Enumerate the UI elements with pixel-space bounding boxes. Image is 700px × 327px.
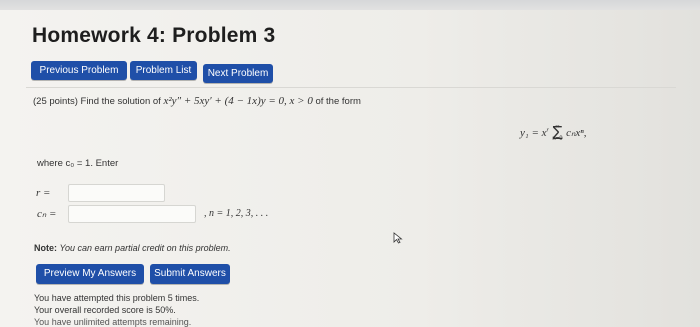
attempts-text: You have attempted this problem 5 times. <box>34 293 200 303</box>
n-range-text: , n = 1, 2, 3, . . . <box>204 208 269 219</box>
series-formula: y₁ = xr ∞ Σ n=0 cₙxⁿ, <box>520 124 587 142</box>
formula-term: cₙxⁿ, <box>566 126 587 139</box>
remaining-attempts-text: You have unlimited attempts remaining. <box>34 317 192 327</box>
next-problem-button[interactable]: Next Problem <box>203 64 273 83</box>
formula-exponent: r <box>546 127 549 134</box>
problem-list-button[interactable]: Problem List <box>130 61 197 80</box>
problem-statement: (25 points) Find the solution of x²y″ + … <box>33 95 361 107</box>
r-answer-input[interactable] <box>68 184 165 202</box>
score-text: Your overall recorded score is 50%. <box>34 305 176 315</box>
formula-lhs: y₁ = x <box>520 126 547 139</box>
problem-equation: x²y″ + 5xy′ + (4 − 1x)y = 0, x > 0 <box>163 95 313 107</box>
formula-sum-bottom: n=0 <box>552 136 563 142</box>
r-label: r = <box>36 187 51 199</box>
note-text: You can earn partial credit on this prob… <box>59 243 231 253</box>
cn-answer-input[interactable] <box>68 205 196 223</box>
partial-credit-note: Note: You can earn partial credit on thi… <box>34 243 231 253</box>
note-label: Note: <box>34 243 57 253</box>
divider <box>26 87 676 88</box>
problem-intro: (25 points) Find the solution of <box>33 96 161 107</box>
page-title: Homework 4: Problem 3 <box>32 24 276 47</box>
submit-answers-button[interactable]: Submit Answers <box>150 264 230 284</box>
instruction-text: where c₀ = 1. Enter <box>37 158 119 169</box>
problem-form-suffix: of the form <box>315 96 361 107</box>
mouse-cursor-icon <box>393 232 403 244</box>
preview-answers-button[interactable]: Preview My Answers <box>36 264 144 284</box>
previous-problem-button[interactable]: Previous Problem <box>31 61 127 80</box>
cn-label: cₙ = <box>37 208 57 220</box>
